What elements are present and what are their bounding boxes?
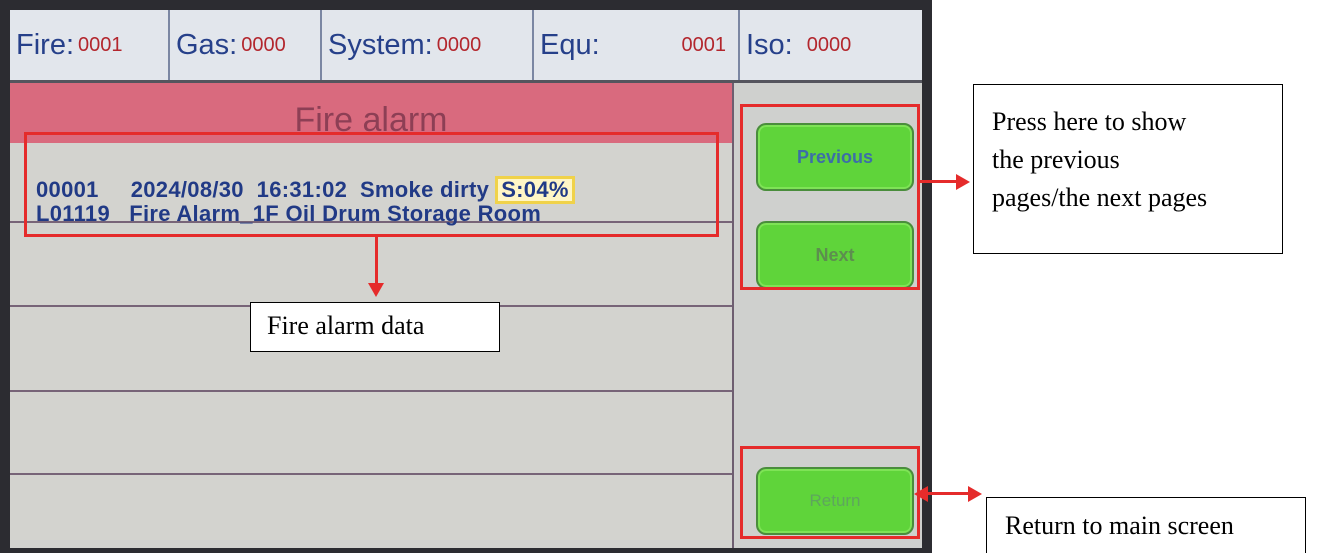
gas-label: Gas: — [176, 28, 238, 61]
row-divider — [10, 390, 732, 392]
arrow-head-down — [368, 283, 384, 297]
fire-label: Fire: — [16, 28, 74, 61]
system-count: 0000 — [436, 33, 482, 56]
callout-line: Press here to show — [992, 107, 1187, 136]
iso-label: Iso: — [746, 28, 793, 61]
return-button-highlight — [740, 446, 920, 539]
system-counter: System: 0000 — [322, 10, 534, 80]
arrow-head-right — [968, 486, 982, 502]
equ-counter: Equ: 0001 — [534, 10, 740, 80]
fire-count: 0001 — [78, 33, 123, 56]
arrow-head-right — [956, 174, 970, 190]
page-buttons-highlight — [740, 104, 920, 290]
fire-alarm-data-callout: Fire alarm data — [250, 302, 500, 352]
iso-count: 0000 — [806, 33, 852, 56]
gas-count: 0000 — [241, 33, 286, 56]
iso-counter: Iso: 0000 — [740, 10, 922, 80]
callout-line: pages/the next pages — [992, 183, 1208, 212]
return-callout: Return to main screen — [986, 497, 1306, 553]
system-label: System: — [328, 28, 433, 61]
equ-label: Equ: — [540, 28, 600, 61]
equ-count: 0001 — [681, 33, 727, 56]
fire-counter: Fire: 0001 — [10, 10, 170, 80]
arrow-line — [920, 180, 960, 183]
gas-counter: Gas: 0000 — [170, 10, 322, 80]
paging-callout: Press here to show the previous pages/th… — [973, 84, 1283, 254]
fire-alarm-data-highlight — [24, 132, 719, 237]
status-bar: Fire: 0001 Gas: 0000 System: 0000 Equ: 0… — [10, 10, 922, 83]
callout-line: the previous — [992, 145, 1120, 174]
arrow-line — [375, 237, 378, 285]
arrow-head-left — [914, 486, 928, 502]
row-divider — [10, 473, 732, 475]
